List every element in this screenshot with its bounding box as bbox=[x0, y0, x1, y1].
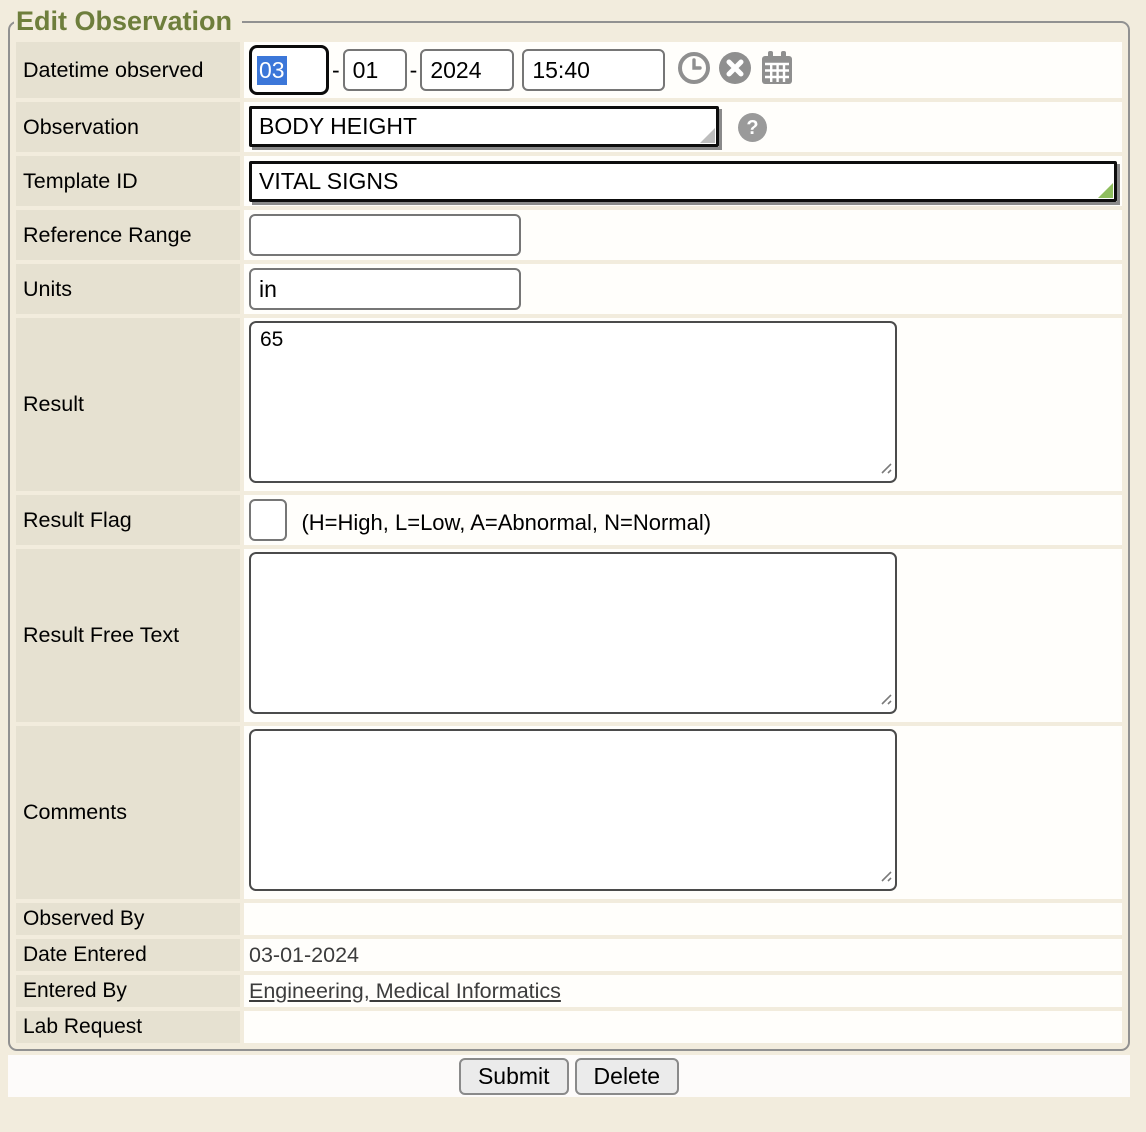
resize-grip-icon[interactable] bbox=[878, 869, 892, 883]
edit-observation-fieldset: Edit Observation Datetime observed 03 - … bbox=[8, 6, 1130, 1051]
resize-grip-icon[interactable] bbox=[878, 461, 892, 475]
row-reference-range: Reference Range bbox=[16, 210, 1122, 260]
resize-grip-icon bbox=[700, 128, 715, 143]
calendar-icon[interactable] bbox=[759, 50, 795, 91]
svg-text:?: ? bbox=[747, 117, 759, 139]
observed-by-value bbox=[244, 903, 1122, 935]
row-template-id: Template ID bbox=[16, 156, 1122, 206]
result-free-text-textarea[interactable] bbox=[249, 552, 897, 714]
result-flag-legend-note: (H=High, L=Low, A=Abnormal, N=Normal) bbox=[301, 510, 711, 535]
clear-icon[interactable] bbox=[718, 51, 752, 90]
entered-by-link[interactable]: Engineering, Medical Informatics bbox=[249, 979, 561, 1003]
date-separator: - bbox=[332, 57, 340, 84]
row-comments: Comments bbox=[16, 726, 1122, 899]
lab-request-label: Lab Request bbox=[16, 1011, 240, 1043]
reference-range-label: Reference Range bbox=[16, 210, 240, 260]
date-separator: - bbox=[410, 57, 418, 84]
datetime-month-input[interactable]: 03 bbox=[249, 45, 329, 95]
template-id-label: Template ID bbox=[16, 156, 240, 206]
clock-icon[interactable] bbox=[677, 51, 711, 90]
delete-button[interactable]: Delete bbox=[575, 1058, 679, 1095]
result-flag-input[interactable] bbox=[249, 499, 287, 541]
help-icon[interactable]: ? bbox=[737, 130, 768, 147]
entered-by-label: Entered By bbox=[16, 975, 240, 1007]
reference-range-input[interactable] bbox=[249, 214, 521, 256]
submit-button[interactable]: Submit bbox=[459, 1058, 569, 1095]
result-label: Result bbox=[16, 318, 240, 491]
resize-grip-icon bbox=[1098, 183, 1113, 198]
form-title: Edit Observation bbox=[14, 6, 242, 37]
row-entered-by: Entered By Engineering, Medical Informat… bbox=[16, 975, 1122, 1007]
row-datetime-observed: Datetime observed 03 - - bbox=[16, 42, 1122, 98]
observed-by-label: Observed By bbox=[16, 903, 240, 935]
observation-label: Observation bbox=[16, 102, 240, 152]
row-lab-request: Lab Request bbox=[16, 1011, 1122, 1043]
comments-textarea[interactable] bbox=[249, 729, 897, 891]
row-units: Units bbox=[16, 264, 1122, 314]
row-date-entered: Date Entered 03-01-2024 bbox=[16, 939, 1122, 971]
template-id-input[interactable] bbox=[249, 161, 1117, 202]
units-input[interactable] bbox=[249, 268, 521, 310]
row-result: Result 65 bbox=[16, 318, 1122, 491]
comments-label: Comments bbox=[16, 726, 240, 899]
result-textarea[interactable]: 65 bbox=[249, 321, 897, 483]
result-free-text-label: Result Free Text bbox=[16, 549, 240, 722]
datetime-time-input[interactable] bbox=[522, 49, 665, 91]
lab-request-value bbox=[244, 1011, 1122, 1043]
units-label: Units bbox=[16, 264, 240, 314]
result-flag-label: Result Flag bbox=[16, 495, 240, 545]
resize-grip-icon[interactable] bbox=[878, 692, 892, 706]
datetime-observed-label: Datetime observed bbox=[16, 42, 240, 98]
row-observed-by: Observed By bbox=[16, 903, 1122, 935]
selected-month-text: 03 bbox=[257, 56, 287, 85]
form-actions-bar: Submit Delete bbox=[8, 1055, 1130, 1097]
row-observation: Observation ? bbox=[16, 102, 1122, 152]
observation-input[interactable] bbox=[249, 106, 719, 147]
row-result-flag: Result Flag (H=High, L=Low, A=Abnormal, … bbox=[16, 495, 1122, 545]
datetime-day-input[interactable] bbox=[343, 49, 407, 91]
date-entered-value: 03-01-2024 bbox=[244, 939, 1122, 971]
date-entered-label: Date Entered bbox=[16, 939, 240, 971]
observation-form-table: Datetime observed 03 - - bbox=[12, 38, 1126, 1047]
row-result-free-text: Result Free Text bbox=[16, 549, 1122, 722]
datetime-year-input[interactable] bbox=[420, 49, 514, 91]
